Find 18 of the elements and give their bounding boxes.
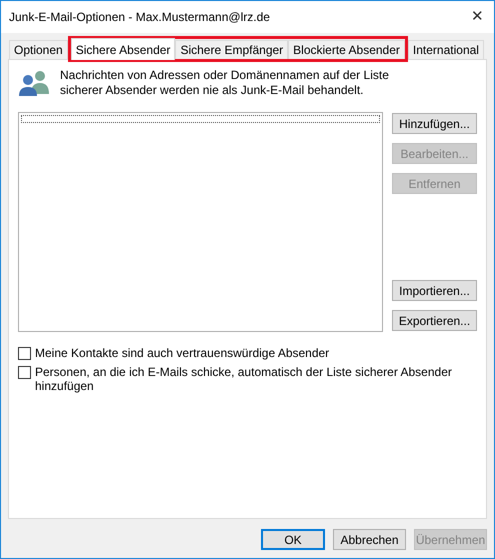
dialog-button[interactable]: Abbrechen <box>333 529 406 550</box>
side-button[interactable]: Importieren... <box>392 280 477 301</box>
close-button[interactable]: ✕ <box>471 6 484 28</box>
checkbox[interactable] <box>18 366 31 379</box>
side-button[interactable]: Hinzufügen... <box>392 113 477 134</box>
tab[interactable]: Sichere Empfänger <box>175 40 288 59</box>
checkbox-label: Personen, an die ich E-Mails schicke, automatisch der Liste sicherer Absender hinzufügen <box>35 365 453 393</box>
checkbox[interactable] <box>18 347 31 360</box>
checkbox-label: Meine Kontakte sind auch vertrauenswürdige Absender <box>35 346 330 360</box>
window-title: Junk-E-Mail-Optionen - Max.Mustermann@lrz.de <box>9 9 270 26</box>
description-text: Nachrichten von Adressen oder Domänennamen auf der Liste sicherer Absender werden nie als Junk-E-Mail behandelt. <box>60 68 390 98</box>
tab[interactable]: Blockierte Absender <box>288 40 405 59</box>
dialog-button[interactable]: OK <box>261 529 325 550</box>
side-button[interactable]: Exportieren... <box>392 310 477 331</box>
tab[interactable]: Sichere Absender <box>70 38 176 60</box>
tab[interactable]: Optionen <box>9 40 68 59</box>
people-icon <box>18 70 50 96</box>
tab[interactable]: International <box>408 40 484 59</box>
